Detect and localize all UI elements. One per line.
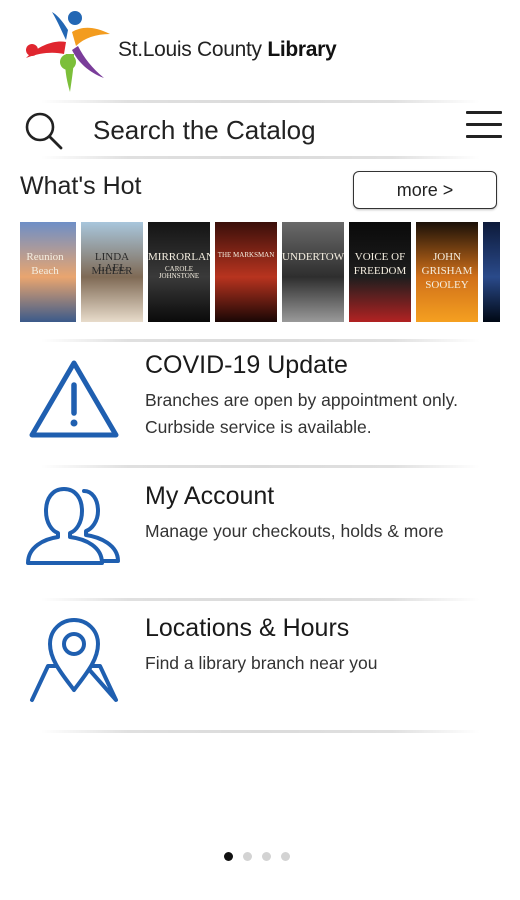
library-logo-icon: [26, 11, 110, 92]
search-bar[interactable]: Search the Catalog: [0, 103, 520, 155]
search-input[interactable]: Search the Catalog: [93, 115, 316, 146]
divider: [40, 465, 480, 468]
book-cover[interactable]: VOICE OF FREEDOM: [349, 222, 411, 322]
book-cover[interactable]: MIRRORLAND CAROLE JOHNSTONE: [148, 222, 210, 322]
book-cover-title: CAROLE JOHNSTONE: [158, 265, 200, 280]
book-carousel[interactable]: Reunion Beach LINDA LAELMILLER MIRRORLAND CA…: [20, 222, 500, 322]
covid-update-item[interactable]: COVID-19 Update Branches are open by app…: [0, 345, 520, 463]
map-pin-icon: [30, 618, 118, 702]
book-cover-title: UNDERTOW: [282, 251, 344, 263]
covid-update-desc-line1: Branches are open by appointment only.: [145, 390, 458, 410]
covid-update-title: COVID-19 Update: [145, 351, 348, 379]
users-icon: [26, 487, 120, 565]
book-cover-title: SOOLEY: [425, 279, 469, 291]
search-icon[interactable]: [24, 111, 64, 151]
book-cover-title: GRISHAM: [421, 265, 473, 277]
locations-hours-title: Locations & Hours: [145, 614, 350, 642]
book-cover-title: VOICE OF: [354, 251, 406, 263]
locations-hours-item[interactable]: Locations & Hours Find a library branch …: [0, 606, 520, 724]
library-name: St.Louis County Library: [118, 38, 337, 62]
book-cover[interactable]: THE MARKSMAN: [215, 222, 277, 322]
book-cover[interactable]: JOHN GRISHAM SOOLEY: [416, 222, 478, 322]
book-cover-title: THE MARKSMAN: [217, 251, 275, 259]
book-cover-title: JOHN: [432, 251, 462, 263]
divider: [40, 156, 480, 159]
book-cover[interactable]: LINDA LAEL MILLER: [81, 222, 143, 322]
divider: [40, 598, 480, 601]
page-indicator: [224, 852, 290, 862]
page-dot[interactable]: [281, 852, 290, 861]
page-dot-active[interactable]: [224, 852, 233, 861]
hamburger-menu-icon[interactable]: [466, 111, 502, 143]
covid-update-desc-line2: Curbside service is available.: [145, 417, 372, 437]
my-account-title: My Account: [145, 482, 275, 510]
book-cover[interactable]: [483, 222, 500, 322]
warning-icon: [29, 360, 119, 438]
book-cover-title: Beach: [31, 265, 59, 277]
my-account-item[interactable]: My Account Manage your checkouts, holds …: [0, 475, 520, 593]
book-cover[interactable]: Reunion Beach: [20, 222, 76, 322]
locations-hours-desc: Find a library branch near you: [145, 653, 378, 673]
book-cover-title: MIRRORLAND: [148, 251, 210, 263]
book-cover-title: MILLER: [91, 265, 133, 277]
page-dot[interactable]: [243, 852, 252, 861]
library-name-regular: St.Louis County: [118, 38, 262, 61]
divider: [40, 339, 480, 342]
more-button[interactable]: more >: [353, 171, 497, 209]
my-account-desc: Manage your checkouts, holds & more: [145, 521, 444, 541]
page-dot[interactable]: [262, 852, 271, 861]
app-header: St.Louis County Library: [0, 0, 520, 100]
library-name-bold: Library: [267, 38, 337, 61]
whats-hot-heading: What's Hot: [20, 172, 142, 200]
book-cover[interactable]: UNDERTOW: [282, 222, 344, 322]
book-cover-title: FREEDOM: [353, 265, 407, 277]
book-cover-title: Reunion: [26, 251, 64, 263]
divider: [40, 730, 480, 733]
